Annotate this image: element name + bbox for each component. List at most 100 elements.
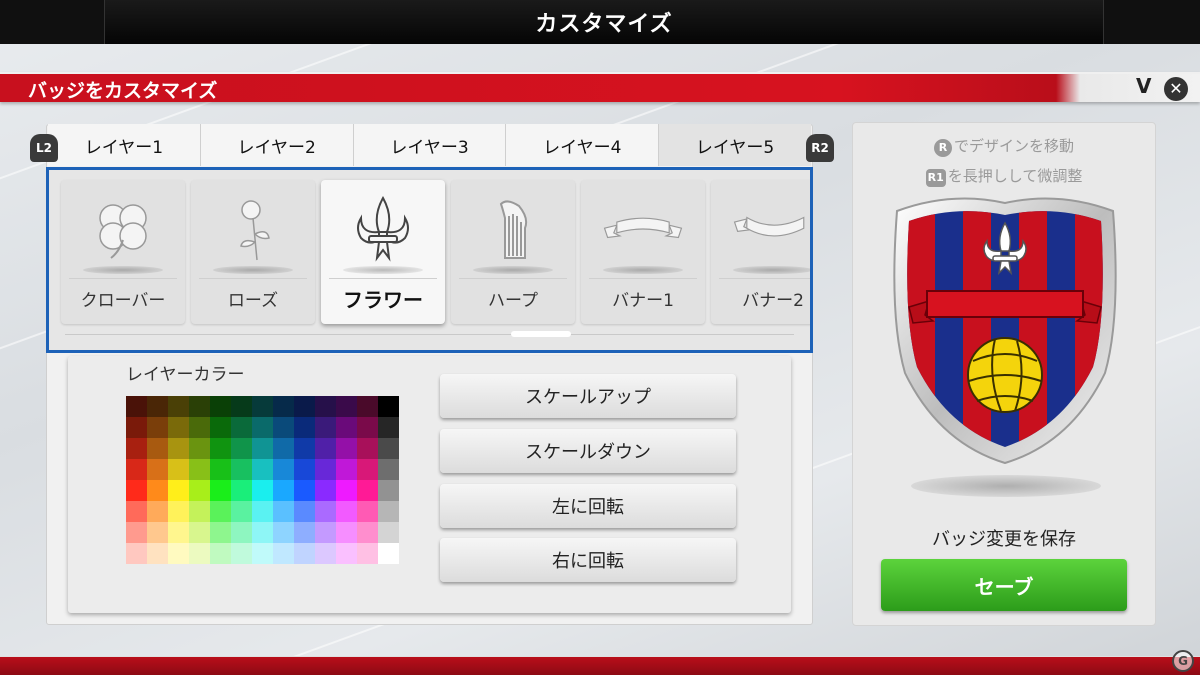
color-swatch[interactable] [252, 543, 273, 564]
color-swatch[interactable] [189, 459, 210, 480]
color-swatch[interactable] [294, 417, 315, 438]
tab-layer-5[interactable]: レイヤー5 [659, 124, 811, 166]
color-swatch[interactable] [273, 417, 294, 438]
tab-layer-2[interactable]: レイヤー2 [200, 124, 354, 166]
color-swatch[interactable] [147, 480, 168, 501]
color-swatch[interactable] [147, 459, 168, 480]
color-swatch[interactable] [294, 459, 315, 480]
color-swatch[interactable] [231, 438, 252, 459]
color-swatch[interactable] [357, 522, 378, 543]
color-swatch[interactable] [252, 480, 273, 501]
color-swatch[interactable] [336, 480, 357, 501]
color-swatch[interactable] [378, 396, 399, 417]
color-swatch[interactable] [168, 480, 189, 501]
color-swatch[interactable] [357, 396, 378, 417]
color-swatch[interactable] [252, 417, 273, 438]
close-icon[interactable]: ✕ [1164, 77, 1188, 101]
color-swatch[interactable] [357, 480, 378, 501]
color-swatch[interactable] [126, 480, 147, 501]
color-swatch[interactable] [378, 438, 399, 459]
color-swatch[interactable] [126, 396, 147, 417]
color-swatch[interactable] [315, 543, 336, 564]
color-swatch[interactable] [189, 543, 210, 564]
color-swatch[interactable] [189, 480, 210, 501]
color-swatch[interactable] [126, 417, 147, 438]
color-swatch[interactable] [189, 501, 210, 522]
color-swatch[interactable] [147, 522, 168, 543]
color-swatch[interactable] [231, 522, 252, 543]
color-swatch[interactable] [168, 417, 189, 438]
color-swatch[interactable] [168, 501, 189, 522]
tab-layer-1[interactable]: レイヤー1 [48, 124, 201, 166]
color-swatch[interactable] [357, 438, 378, 459]
color-swatch[interactable] [378, 417, 399, 438]
color-swatch[interactable] [231, 480, 252, 501]
color-swatch[interactable] [147, 543, 168, 564]
color-swatch[interactable] [210, 417, 231, 438]
color-swatch[interactable] [189, 396, 210, 417]
badge-preview[interactable] [877, 197, 1133, 467]
scale-down-button[interactable]: スケールダウン [440, 429, 736, 473]
color-swatch[interactable] [126, 438, 147, 459]
color-swatch[interactable] [252, 396, 273, 417]
color-swatch[interactable] [294, 543, 315, 564]
color-swatch[interactable] [231, 459, 252, 480]
color-swatch[interactable] [378, 480, 399, 501]
color-swatch[interactable] [315, 396, 336, 417]
color-swatch[interactable] [315, 501, 336, 522]
layer-item-rose[interactable]: ローズ [191, 180, 315, 324]
color-swatch[interactable] [378, 501, 399, 522]
tab-layer-4[interactable]: レイヤー4 [506, 124, 660, 166]
color-swatch[interactable] [336, 522, 357, 543]
color-swatch[interactable] [315, 417, 336, 438]
color-swatch[interactable] [147, 438, 168, 459]
color-swatch[interactable] [315, 480, 336, 501]
color-swatch[interactable] [336, 501, 357, 522]
color-swatch[interactable] [357, 501, 378, 522]
color-swatch[interactable] [273, 543, 294, 564]
color-swatch[interactable] [294, 480, 315, 501]
color-swatch[interactable] [210, 459, 231, 480]
color-swatch[interactable] [252, 438, 273, 459]
color-swatch[interactable] [210, 543, 231, 564]
color-swatch[interactable] [210, 480, 231, 501]
tab-layer-3[interactable]: レイヤー3 [353, 124, 507, 166]
save-button[interactable]: セーブ [881, 559, 1127, 611]
color-swatch[interactable] [147, 501, 168, 522]
color-swatch[interactable] [294, 396, 315, 417]
color-swatch[interactable] [294, 522, 315, 543]
v-button-icon[interactable]: V [1136, 74, 1151, 98]
color-swatch[interactable] [315, 459, 336, 480]
color-swatch[interactable] [378, 522, 399, 543]
color-swatch[interactable] [189, 522, 210, 543]
color-swatch[interactable] [126, 459, 147, 480]
color-swatch[interactable] [357, 417, 378, 438]
color-swatch[interactable] [336, 396, 357, 417]
color-swatch[interactable] [126, 543, 147, 564]
color-swatch[interactable] [168, 543, 189, 564]
color-swatch[interactable] [315, 522, 336, 543]
layer-item-harp[interactable]: ハープ [451, 180, 575, 324]
l2-button-icon[interactable]: L2 [30, 134, 58, 162]
color-swatch[interactable] [252, 501, 273, 522]
color-swatch[interactable] [273, 396, 294, 417]
color-swatch[interactable] [126, 522, 147, 543]
color-swatch[interactable] [294, 501, 315, 522]
rotate-left-button[interactable]: 左に回転 [440, 484, 736, 528]
color-swatch[interactable] [189, 438, 210, 459]
color-swatch[interactable] [315, 438, 336, 459]
color-swatch[interactable] [378, 459, 399, 480]
color-swatch[interactable] [168, 438, 189, 459]
color-swatch[interactable] [147, 396, 168, 417]
layer-item-flower[interactable]: フラワー [321, 180, 445, 324]
layer-item-clover[interactable]: クローバー [61, 180, 185, 324]
color-swatch[interactable] [336, 543, 357, 564]
color-swatch[interactable] [126, 501, 147, 522]
color-swatch[interactable] [357, 459, 378, 480]
color-swatch[interactable] [210, 501, 231, 522]
color-swatch[interactable] [336, 438, 357, 459]
layer-item-banner-2[interactable]: バナー2 [711, 180, 810, 324]
r2-button-icon[interactable]: R2 [806, 134, 834, 162]
color-swatch[interactable] [273, 438, 294, 459]
color-swatch[interactable] [231, 417, 252, 438]
